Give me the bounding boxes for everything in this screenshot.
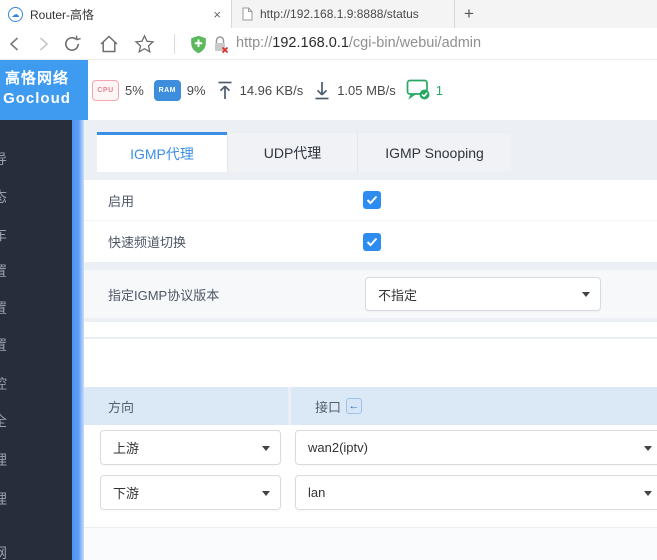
sidebar-item[interactable]: 导 [0, 150, 15, 168]
section-divider [84, 322, 657, 338]
ram-usage: 9% [186, 82, 206, 98]
toolbar-divider [174, 34, 175, 54]
tab-igmp-snooping[interactable]: IGMP Snooping [357, 132, 511, 172]
app-header: 高恪网络 Gocloud CPU 5% RAM 9% 14.96 KB/s 1.… [0, 60, 657, 120]
interface-header-label: 接口 [315, 399, 342, 415]
home-icon[interactable] [98, 34, 120, 54]
caret-down-icon [644, 490, 652, 496]
adblock-shield-icon[interactable] [190, 35, 207, 54]
fast-switch-label: 快速频道切换 [108, 235, 187, 250]
favorites-star-icon[interactable] [134, 34, 155, 54]
sidebar-item[interactable]: 全 [0, 412, 15, 430]
direction-value: 上游 [113, 441, 140, 456]
system-status-bar: CPU 5% RAM 9% 14.96 KB/s 1.05 MB/s 1 [92, 60, 453, 120]
url-path: /cgi-bin/webui/admin [348, 35, 482, 51]
fast-switch-checkbox[interactable] [363, 232, 381, 251]
interface-select-downstream[interactable]: lan [295, 475, 657, 510]
brand-name-en: Gocloud [3, 90, 71, 107]
table-row: 下游 lan [84, 470, 657, 515]
check-icon [366, 237, 378, 246]
caret-down-icon [644, 445, 652, 451]
browser-toolbar: http://192.168.0.1/cgi-bin/webui/admin [0, 28, 657, 60]
online-devices-icon [406, 79, 430, 100]
sidebar-accent-strip [72, 120, 84, 560]
direction-value: 下游 [113, 486, 140, 501]
igmp-version-label: 指定IGMP协议版本 [108, 287, 220, 303]
table-bottom-border [84, 515, 657, 528]
browser-tab-status[interactable]: http://192.168.1.9:8888/status [231, 0, 455, 28]
browser-tab-title: Router-高恪 [30, 7, 95, 22]
sidebar-item[interactable]: 态 [0, 188, 15, 206]
form-row-enable: 启用 [84, 180, 657, 221]
enable-label: 启用 [108, 193, 135, 209]
screenshot-root: ☁ Router-高恪 × http://192.168.1.9:8888/st… [0, 0, 657, 560]
settings-tabs: IGMP代理 UDP代理 IGMP Snooping [97, 132, 511, 172]
url-host: 192.168.0.1 [272, 35, 349, 51]
sidebar-item[interactable]: 置 [0, 299, 15, 317]
table-footer-area [84, 528, 657, 560]
main-content: IGMP代理 UDP代理 IGMP Snooping 启用 快速频道切换 指定I… [84, 120, 657, 560]
direction-header-label: 方向 [108, 399, 135, 415]
cpu-usage: 5% [125, 82, 144, 98]
address-bar[interactable]: http://192.168.0.1/cgi-bin/webui/admin [236, 28, 481, 60]
sidebar-item[interactable]: 置 [0, 262, 15, 280]
caret-down-icon [582, 292, 590, 297]
upload-arrow-icon [218, 81, 232, 99]
back-icon[interactable] [6, 35, 24, 53]
cpu-icon: CPU [92, 79, 119, 101]
igmp-version-select[interactable]: 不指定 [365, 277, 601, 311]
sidebar-item[interactable]: 车 [0, 226, 15, 244]
url-protocol: http:// [236, 35, 273, 51]
forward-icon[interactable] [34, 35, 52, 53]
igmp-version-value: 不指定 [378, 287, 418, 303]
new-tab-button[interactable]: + [455, 0, 483, 28]
sidebar-item[interactable]: 理 [0, 451, 15, 469]
direction-select-upstream[interactable]: 上游 [100, 430, 281, 465]
sidebar-item[interactable]: 控 [0, 375, 15, 393]
tab-igmp-proxy[interactable]: IGMP代理 [97, 132, 227, 172]
download-arrow-icon [315, 81, 329, 99]
interface-value: lan [308, 485, 326, 500]
check-icon [366, 195, 378, 205]
table-header-direction: 方向 [84, 387, 288, 425]
form-row-igmp-version: 指定IGMP协议版本 不指定 [84, 270, 657, 318]
interface-select-upstream[interactable]: wan2(iptv) [295, 430, 657, 465]
direction-select-downstream[interactable]: 下游 [100, 475, 281, 510]
sidebar-item[interactable]: 理 [0, 490, 15, 508]
section-spacer [84, 339, 657, 387]
online-devices-count: 1 [435, 82, 443, 98]
caret-down-icon [262, 490, 270, 496]
tab-udp-proxy[interactable]: UDP代理 [227, 132, 357, 172]
upload-speed: 14.96 KB/s [239, 82, 304, 98]
table-row: 上游 wan2(iptv) [84, 425, 657, 470]
browser-tab-title: http://192.168.1.9:8888/status [260, 7, 419, 21]
sidebar-item[interactable]: 置 [0, 336, 15, 354]
page-icon [242, 7, 253, 21]
close-tab-icon[interactable]: × [211, 7, 223, 22]
brand-logo: 高恪网络 Gocloud [0, 60, 88, 120]
nav-sidebar: 导 态 车 置 置 置 控 全 理 理 网 [0, 120, 72, 560]
download-speed: 1.05 MB/s [337, 82, 396, 98]
sidebar-item[interactable]: 网 [0, 544, 15, 560]
router-favicon-icon: ☁ [8, 6, 23, 22]
refresh-icon[interactable] [62, 34, 82, 54]
form-row-fast-switch: 快速频道切换 [84, 221, 657, 262]
ram-icon: RAM [153, 79, 181, 101]
table-header-interface: 接口 ← [291, 387, 657, 425]
interface-value: wan2(iptv) [308, 440, 368, 455]
browser-tab-router[interactable]: ☁ Router-高恪 × [0, 0, 231, 28]
brand-name-cn: 高恪网络 [4, 70, 69, 87]
caret-down-icon [262, 445, 270, 451]
browser-tab-bar: ☁ Router-高恪 × http://192.168.1.9:8888/st… [0, 0, 657, 28]
enable-checkbox[interactable] [363, 191, 381, 209]
interface-back-icon[interactable]: ← [346, 398, 363, 414]
insecure-lock-icon[interactable] [212, 35, 230, 54]
